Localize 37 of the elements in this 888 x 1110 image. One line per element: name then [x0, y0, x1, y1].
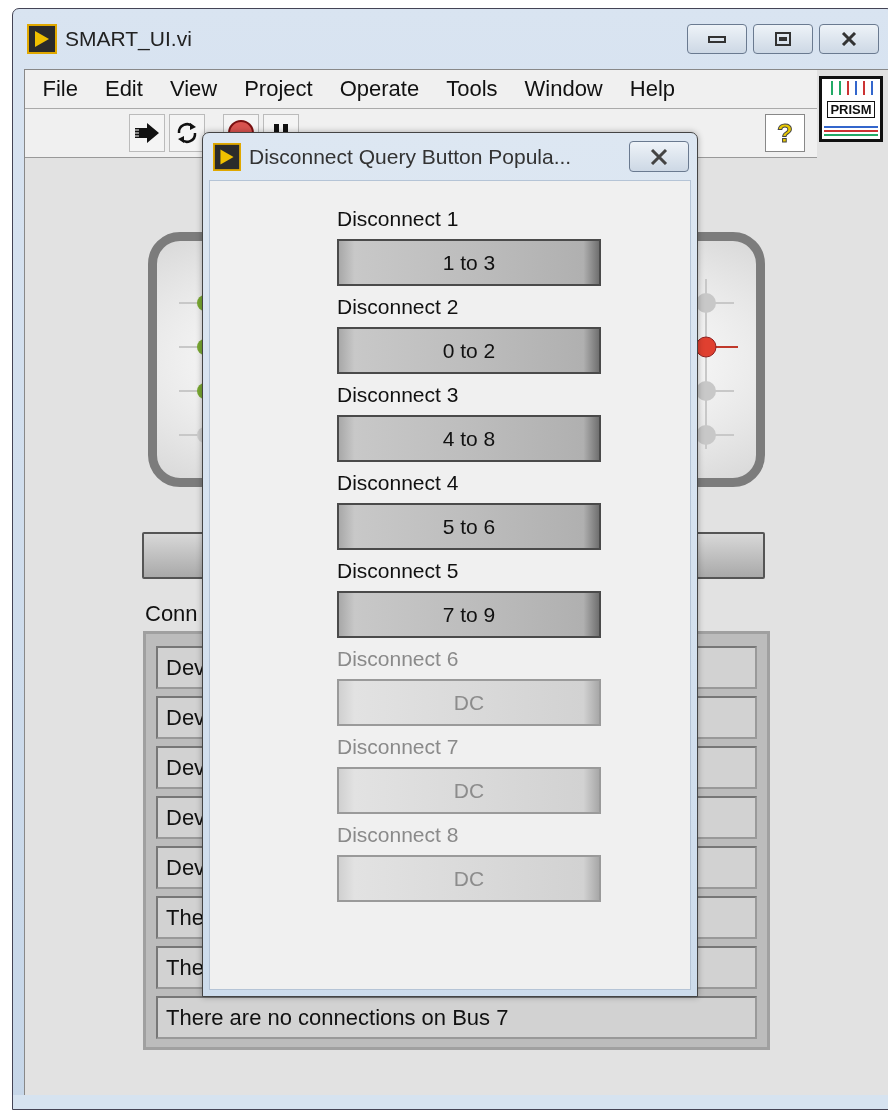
maximize-icon	[774, 32, 792, 46]
dialog-title: Disconnect Query Button Popula...	[249, 144, 572, 169]
close-button[interactable]	[629, 141, 689, 172]
run-continuously-button[interactable]	[169, 114, 205, 152]
button-caption: Disconnect 2	[337, 294, 459, 320]
app-icon	[213, 142, 241, 171]
menu-item[interactable]: File	[29, 76, 92, 102]
menu-item[interactable]: Edit	[91, 76, 157, 102]
disconnect-button[interactable]: 1 to 3	[337, 239, 601, 286]
run-button[interactable]	[129, 114, 165, 152]
button-caption: Disconnect 5	[337, 558, 459, 584]
button-caption: Disconnect 6	[337, 646, 459, 672]
menu-item[interactable]: Window	[511, 76, 617, 102]
button-caption: Disconnect 3	[337, 382, 459, 408]
window-title: SMART_UI.vi	[65, 27, 192, 51]
close-icon	[840, 32, 858, 46]
close-button[interactable]	[819, 24, 879, 54]
menu-item[interactable]: Tools	[432, 76, 511, 102]
menu-item[interactable]: Operate	[326, 76, 433, 102]
button-caption: Disconnect 4	[337, 470, 459, 496]
menu-item[interactable]: View	[156, 76, 231, 102]
disconnect-button[interactable]: 7 to 9	[337, 591, 601, 638]
arrow-icon	[133, 121, 161, 145]
minimize-button[interactable]	[687, 24, 747, 54]
list-label: Conn	[145, 601, 198, 627]
menu-item[interactable]: Help	[616, 76, 689, 102]
logo-text: PRISM	[827, 100, 875, 118]
disconnect-button[interactable]: 4 to 8	[337, 415, 601, 462]
wire-lines-icon	[824, 123, 878, 137]
minimize-icon	[708, 34, 726, 44]
close-icon	[649, 148, 669, 165]
app-icon	[27, 24, 57, 54]
maximize-button[interactable]	[753, 24, 813, 54]
disconnect-button[interactable]: 5 to 6	[337, 503, 601, 550]
menu-item[interactable]: Project	[230, 76, 327, 102]
button-caption: Disconnect 1	[337, 206, 459, 232]
disconnect-button[interactable]: 0 to 2	[337, 327, 601, 374]
